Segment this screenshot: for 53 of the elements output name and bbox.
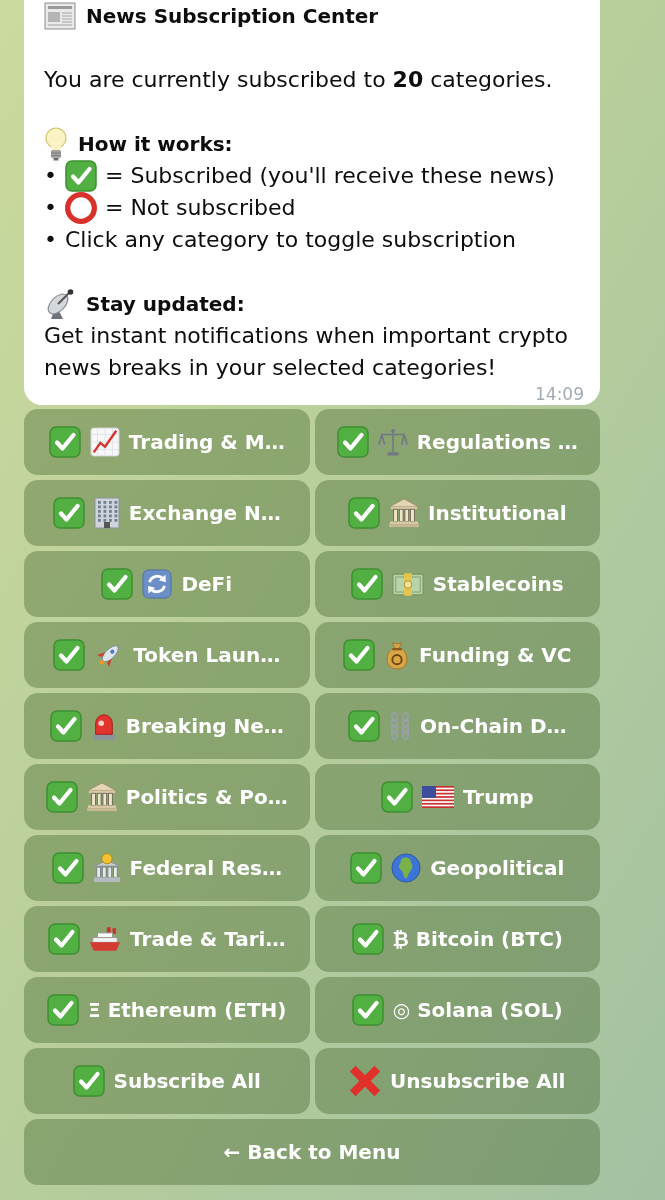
scales-icon — [377, 427, 408, 457]
category-button[interactable]: Exchange N… — [24, 480, 310, 546]
bullet: • — [44, 194, 57, 222]
legend-text: Click any category to toggle subscription — [65, 226, 516, 254]
bank-icon — [92, 853, 121, 883]
ship-icon — [89, 926, 122, 952]
bulk-action-button[interactable]: Unsubscribe All — [314, 1048, 600, 1114]
category-button[interactable]: Politics & Po… — [24, 764, 310, 830]
check-icon — [72, 1065, 105, 1097]
message-title: News Subscription Center — [86, 3, 379, 30]
bullet: • — [44, 162, 57, 190]
office-building-icon — [93, 497, 120, 529]
category-button[interactable]: Funding & VC — [314, 622, 600, 688]
classical-building-icon — [388, 498, 419, 528]
legend-text: = Subscribed (you'll receive these news) — [105, 162, 555, 190]
category-button[interactable]: Trading & M… — [24, 409, 310, 475]
category-button[interactable]: Trump — [314, 764, 600, 830]
category-button[interactable]: Token Laun… — [24, 622, 310, 688]
category-button[interactable]: Stablecoins — [314, 551, 600, 617]
category-button[interactable]: Federal Res… — [24, 835, 310, 901]
section-heading: Stay updated: — [86, 291, 245, 318]
bullet: • — [44, 226, 57, 254]
bulk-action-button[interactable]: Subscribe All — [24, 1048, 310, 1114]
banknote-icon — [391, 572, 424, 596]
category-button[interactable]: Ξ Ethereum (ETH) — [24, 977, 310, 1043]
classical-building-icon — [86, 782, 117, 812]
category-button[interactable]: Breaking Ne… — [24, 693, 310, 759]
lightbulb-icon — [44, 127, 68, 161]
newspaper-icon — [44, 2, 76, 30]
chain-icon — [388, 711, 411, 741]
money-bag-icon — [384, 640, 411, 670]
ring-icon — [65, 192, 97, 224]
chart-icon — [89, 427, 120, 457]
check-icon — [65, 160, 97, 192]
flag-icon — [421, 786, 454, 808]
back-button[interactable]: ← Back to Menu — [24, 1119, 600, 1185]
notification-text: Get instant notifications when important crypto news breaks in your selected categories! — [44, 322, 569, 382]
subscription-summary: You are currently subscribed to 20 categories. — [44, 66, 554, 94]
category-button[interactable]: Trade & Tari… — [24, 906, 310, 972]
category-button[interactable]: ₿ Bitcoin (BTC) — [314, 906, 600, 972]
globe-icon — [391, 853, 422, 883]
category-button[interactable]: Regulations … — [314, 409, 600, 475]
category-button[interactable]: DeFi — [24, 551, 310, 617]
category-button[interactable]: Institutional — [314, 480, 600, 546]
cross-mark-icon — [349, 1065, 381, 1097]
category-button[interactable]: On-Chain D… — [314, 693, 600, 759]
siren-icon — [90, 711, 117, 741]
category-button[interactable]: ◎ Solana (SOL) — [314, 977, 600, 1043]
message-time: 14:09 — [535, 385, 584, 403]
arrows-cycle-icon — [142, 569, 173, 599]
category-button[interactable]: Geopolitical — [314, 835, 600, 901]
section-heading: How it works: — [78, 131, 233, 158]
legend-text: = Not subscribed — [105, 194, 296, 222]
